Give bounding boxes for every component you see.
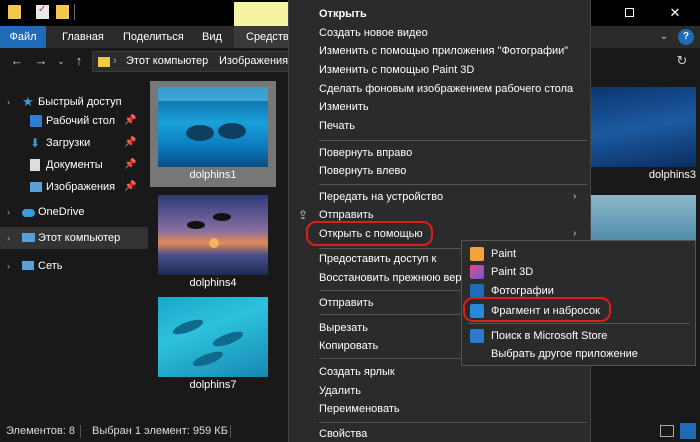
up-arrow-icon[interactable]: ↑ bbox=[70, 52, 88, 70]
dolphin-image bbox=[187, 213, 231, 248]
sidebar-item-onedrive[interactable]: › OneDrive bbox=[0, 201, 148, 223]
sidebar-item-pictures[interactable]: Изображения 📌 bbox=[0, 176, 148, 198]
menu-separator bbox=[319, 184, 587, 185]
tab-view[interactable]: Вид bbox=[190, 26, 234, 48]
tab-file[interactable]: Файл bbox=[0, 26, 46, 48]
highlight-snip-sketch bbox=[463, 297, 611, 322]
share-icon: ⇪ bbox=[298, 208, 309, 222]
menu-item-properties[interactable]: Свойства bbox=[289, 423, 590, 442]
sidebar-item-desktop[interactable]: Рабочий стол 📌 bbox=[0, 110, 148, 132]
sidebar-item-this-pc[interactable]: › Этот компьютер bbox=[0, 227, 148, 249]
menu-item-label: Печать bbox=[319, 120, 356, 132]
file-item-dolphins1[interactable]: dolphins1 bbox=[150, 81, 276, 187]
menu-separator bbox=[319, 140, 587, 141]
sidebar-item-label: Сеть bbox=[38, 260, 63, 272]
refresh-icon[interactable]: ↻ bbox=[672, 50, 692, 72]
recent-chevron-icon[interactable]: ⌄ bbox=[52, 52, 70, 70]
sidebar-item-downloads[interactable]: ⬇ Загрузки 📌 bbox=[0, 132, 148, 154]
image-thumbnail bbox=[158, 297, 268, 377]
menu-item-rotate-left[interactable]: Повернуть влево bbox=[289, 160, 590, 182]
pictures-icon bbox=[30, 182, 42, 192]
file-name: dolphins1 bbox=[189, 169, 237, 181]
submenu-item-label: Выбрать другое приложение bbox=[491, 348, 638, 360]
downloads-icon: ⬇ bbox=[30, 136, 41, 150]
file-name: dolphins4 bbox=[189, 277, 237, 289]
menu-item-print[interactable]: Печать bbox=[289, 115, 590, 137]
image-thumbnail bbox=[586, 87, 696, 167]
photos-icon bbox=[470, 284, 484, 298]
star-icon: ★ bbox=[22, 94, 34, 109]
status-divider bbox=[80, 425, 81, 438]
breadcrumb-separator: › bbox=[205, 55, 209, 67]
close-button[interactable]: ✕ bbox=[652, 0, 698, 26]
menu-item-label: Отправить bbox=[319, 297, 374, 309]
selection-info: Выбран 1 элемент: 959 КБ bbox=[92, 425, 228, 437]
computer-icon bbox=[22, 233, 35, 242]
expand-icon[interactable]: › bbox=[7, 255, 10, 277]
title-divider bbox=[74, 4, 75, 20]
file-item-dolphins4[interactable]: dolphins4 bbox=[150, 189, 276, 295]
sidebar-item-label: Загрузки bbox=[46, 137, 91, 149]
menu-item-label: Восстановить прежнюю версию bbox=[319, 272, 482, 284]
file-name: dolphins7 bbox=[189, 379, 237, 391]
sidebar-item-network[interactable]: › Сеть bbox=[0, 255, 148, 277]
paint-icon bbox=[470, 247, 484, 261]
expand-icon[interactable]: › bbox=[7, 201, 10, 223]
back-arrow-icon[interactable]: ← bbox=[8, 52, 26, 70]
status-divider bbox=[230, 425, 231, 438]
submenu-item-choose-app[interactable]: Выбрать другое приложение bbox=[462, 343, 695, 365]
breadcrumb-this-pc[interactable]: Этот компьютер bbox=[126, 55, 208, 67]
sidebar-item-documents[interactable]: Документы 📌 bbox=[0, 154, 148, 176]
network-icon bbox=[22, 261, 34, 270]
help-icon[interactable]: ? bbox=[678, 29, 694, 45]
submenu-separator bbox=[468, 323, 690, 324]
breadcrumb-pictures[interactable]: Изображения bbox=[219, 55, 288, 67]
maximize-icon bbox=[624, 8, 634, 17]
image-thumbnail bbox=[158, 195, 268, 275]
large-icons-view-icon[interactable] bbox=[680, 423, 696, 439]
address-bar[interactable]: › Этот компьютер › Изображения bbox=[92, 51, 292, 72]
file-item-dolphins7[interactable]: dolphins7 bbox=[150, 291, 276, 397]
sidebar-item-label: Документы bbox=[46, 159, 103, 171]
pin-icon[interactable]: 📌 bbox=[124, 110, 136, 132]
tools-context-highlight bbox=[234, 2, 290, 26]
pin-icon[interactable]: 📌 bbox=[124, 154, 136, 176]
tab-home[interactable]: Главная bbox=[50, 26, 116, 48]
menu-item-label: Свойства bbox=[319, 428, 368, 440]
address-folder-icon bbox=[98, 57, 110, 67]
sidebar-item-label: OneDrive bbox=[38, 206, 85, 218]
desktop-folder-icon bbox=[30, 115, 42, 127]
dolphin-image bbox=[172, 319, 244, 367]
paint3d-icon bbox=[470, 265, 484, 279]
maximize-button[interactable] bbox=[606, 0, 652, 26]
properties-icon[interactable] bbox=[36, 4, 49, 19]
dolphin-image bbox=[158, 87, 268, 141]
file-name: dolphins3 bbox=[648, 169, 696, 181]
pin-icon[interactable]: 📌 bbox=[124, 132, 136, 154]
folder-icon bbox=[8, 5, 21, 19]
sidebar-item-label: Этот компьютер bbox=[38, 232, 121, 244]
menu-item-label: Переименовать bbox=[319, 403, 400, 415]
image-thumbnail bbox=[158, 87, 268, 167]
pin-icon[interactable]: 📌 bbox=[124, 176, 136, 198]
menu-item-label: Повернуть влево bbox=[319, 165, 407, 177]
sidebar-item-label: Изображения bbox=[46, 181, 116, 193]
tab-share[interactable]: Поделиться bbox=[111, 26, 196, 48]
details-view-icon[interactable] bbox=[660, 425, 674, 437]
highlight-open-with bbox=[306, 221, 433, 246]
chevron-down-icon[interactable]: ⌄ bbox=[656, 29, 672, 45]
menu-item-label: Копировать bbox=[319, 340, 379, 352]
file-item-dolphins3[interactable]: dolphins3 bbox=[586, 81, 700, 187]
navigation-pane: › ★ Быстрый доступ Рабочий стол 📌 ⬇ Загр… bbox=[0, 75, 148, 421]
new-folder-icon[interactable] bbox=[56, 5, 69, 19]
breadcrumb-separator: › bbox=[113, 55, 117, 67]
forward-arrow-icon[interactable]: → bbox=[32, 52, 50, 70]
item-count: Элементов: 8 bbox=[6, 425, 75, 437]
store-icon bbox=[470, 329, 484, 343]
sidebar-item-label: Рабочий стол bbox=[46, 115, 116, 127]
menu-item-rename[interactable]: Переименовать bbox=[289, 398, 590, 420]
documents-icon bbox=[30, 159, 40, 171]
expand-icon[interactable]: › bbox=[7, 227, 10, 249]
onedrive-icon bbox=[22, 209, 35, 217]
